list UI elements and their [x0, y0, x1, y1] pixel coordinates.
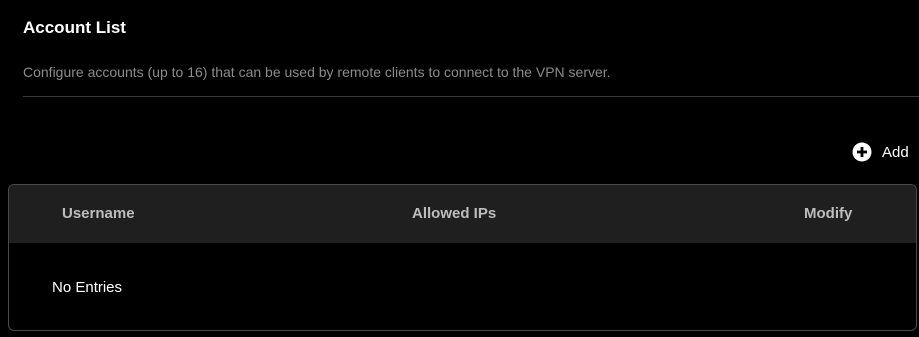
column-header-username[interactable]: Username	[62, 205, 135, 222]
add-account-button[interactable]: Add	[852, 141, 909, 163]
section-title: Account List	[23, 18, 126, 37]
plus-circle-icon	[852, 142, 872, 162]
section-description: Configure accounts (up to 16) that can b…	[23, 64, 611, 80]
account-list-panel: Account List Configure accounts (up to 1…	[0, 0, 919, 337]
divider	[23, 96, 919, 97]
column-header-allowed-ips[interactable]: Allowed IPs	[412, 205, 496, 222]
table-header: Username Allowed IPs Modify	[9, 185, 916, 243]
column-header-modify: Modify	[804, 205, 853, 222]
add-button-label: Add	[882, 143, 909, 161]
empty-state-text: No Entries	[52, 279, 123, 296]
accounts-table: Username Allowed IPs Modify No Entries	[8, 184, 917, 331]
table-body: No Entries	[9, 243, 916, 330]
